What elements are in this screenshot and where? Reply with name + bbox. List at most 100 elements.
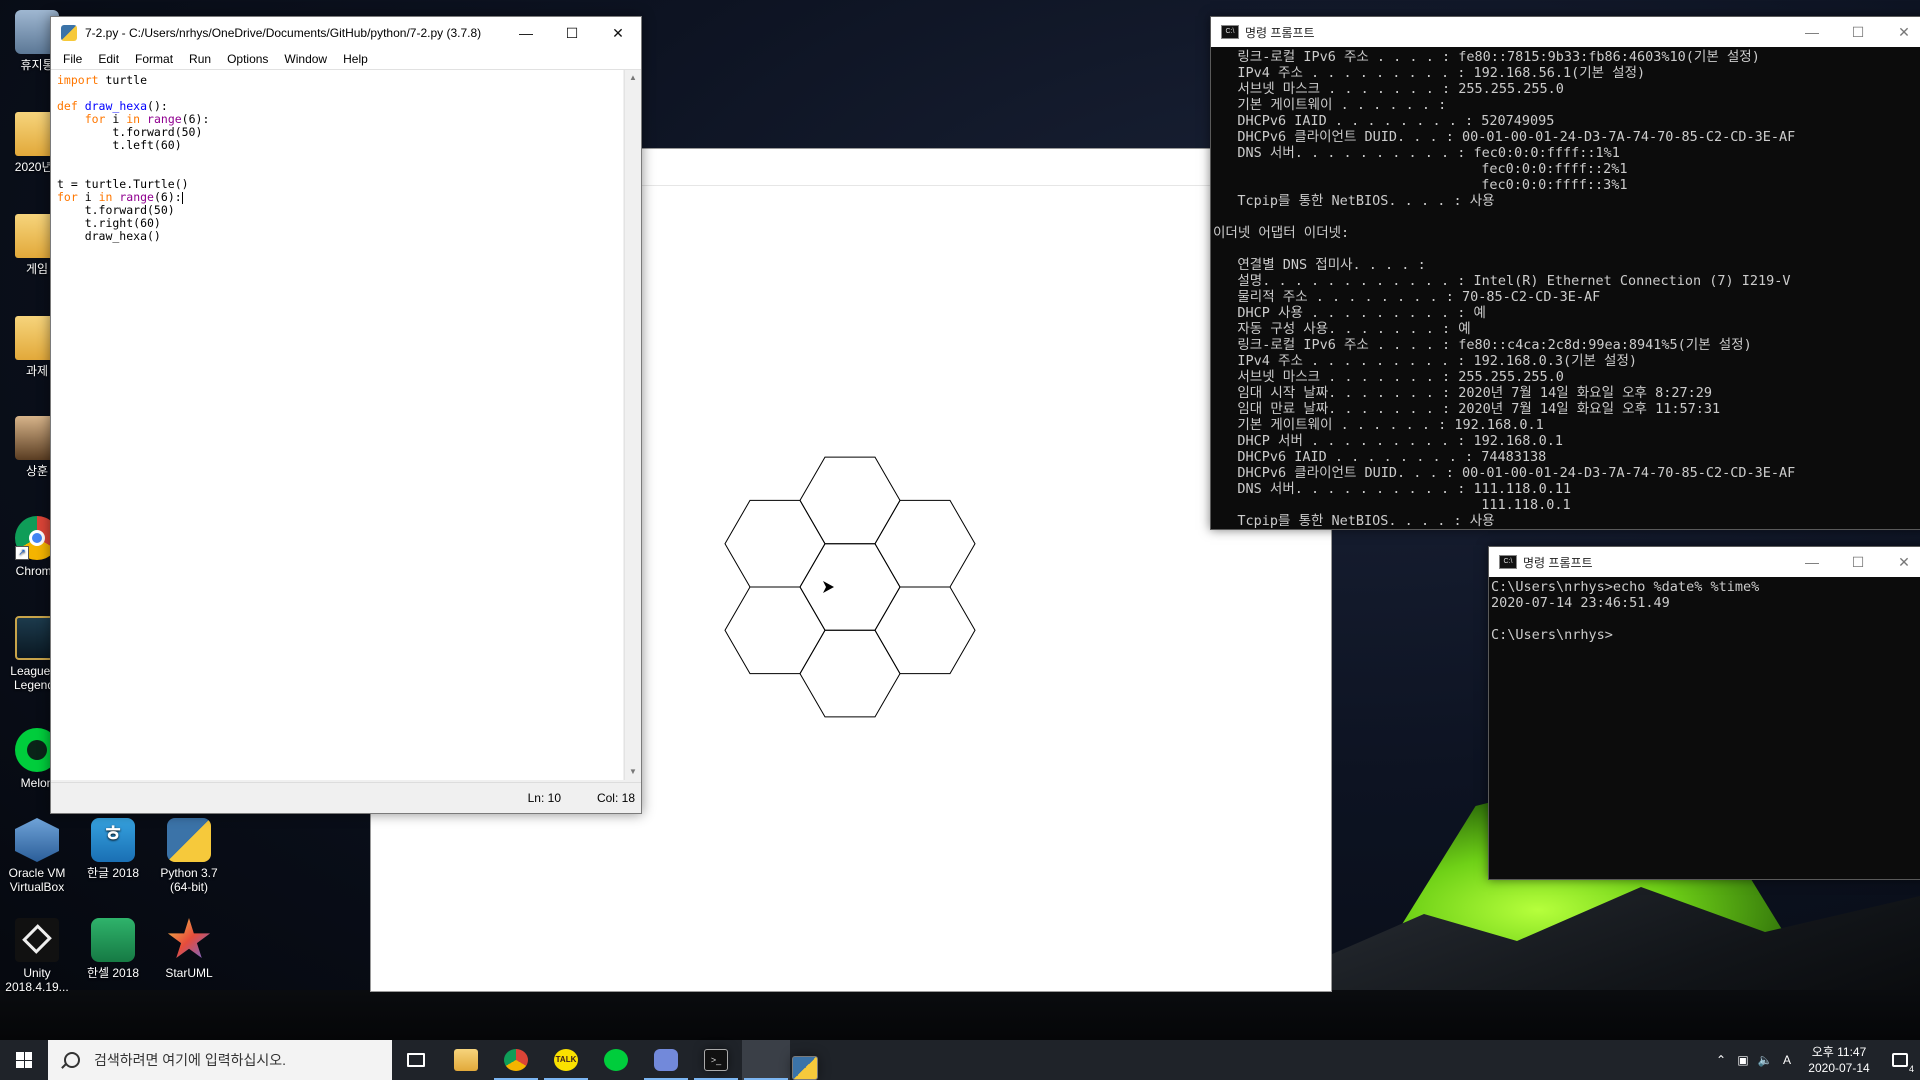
turtle-arrow-icon <box>823 581 834 593</box>
menu-format[interactable]: Format <box>127 52 181 66</box>
cmd-window-title: 명령 프롬프트 <box>1523 555 1593 570</box>
desktop-icon-hangul[interactable]: 한글 2018 <box>76 818 150 880</box>
search-placeholder: 검색하려면 여기에 입력하십시오. <box>94 1052 286 1068</box>
tray-overflow-chevron-icon[interactable]: ⌃ <box>1710 1053 1732 1067</box>
python-icon <box>167 818 211 862</box>
console-line: 링크-로컬 IPv6 주소 . . . . : fe80::c4ca:2c8d:… <box>1213 337 1752 353</box>
desktop-icon-python[interactable]: Python 3.7 (64-bit) <box>152 818 226 894</box>
idle-titlebar[interactable]: 7-2.py - C:/Users/nrhys/OneDrive/Documen… <box>51 17 641 49</box>
maximize-button[interactable]: ☐ <box>549 17 595 49</box>
desktop-icon-staruml[interactable]: StarUML <box>152 918 226 980</box>
desktop-icon-label: 한글 2018 <box>86 866 140 880</box>
console-line: 설명. . . . . . . . . . . . : Intel(R) Eth… <box>1213 273 1791 289</box>
taskbar-discord[interactable] <box>642 1040 690 1080</box>
melon-icon <box>604 1049 628 1071</box>
console-line: fec0:0:0:ffff::2%1 <box>1213 161 1628 177</box>
menu-edit[interactable]: Edit <box>90 52 127 66</box>
console-line: DHCPv6 IAID . . . . . . . . : 520749095 <box>1213 113 1555 129</box>
menu-help[interactable]: Help <box>335 52 376 66</box>
action-center-button[interactable]: 4 <box>1880 1040 1920 1080</box>
cmd-window-title: 명령 프롬프트 <box>1245 25 1315 40</box>
close-button[interactable]: ✕ <box>1881 547 1920 577</box>
discord-icon <box>654 1049 678 1071</box>
cmd-titlebar[interactable]: C:\ 명령 프롬프트 — ☐ ✕ <box>1489 547 1920 577</box>
cmd-app-icon: C:\ <box>1221 25 1239 39</box>
scroll-up-icon[interactable]: ▲ <box>625 70 641 86</box>
network-icon[interactable]: ▣ <box>1732 1053 1754 1067</box>
console-line: C:\Users\nrhys>echo %date% %time% <box>1491 579 1760 595</box>
console-line: IPv4 주소 . . . . . . . . . : 192.168.56.1… <box>1213 65 1646 81</box>
search-icon <box>64 1052 80 1068</box>
status-line-number: Ln: 10 <box>527 791 561 805</box>
ime-indicator[interactable]: A <box>1776 1053 1798 1067</box>
menu-options[interactable]: Options <box>219 52 276 66</box>
desktop-icon-label: Unity 2018.4.19... <box>5 966 69 994</box>
console-line: DHCPv6 클라이언트 DUID. . . : 00-01-00-01-24-… <box>1213 129 1796 145</box>
maximize-button[interactable]: ☐ <box>1835 17 1881 47</box>
hexagon-1 <box>799 456 901 545</box>
console-line: DHCP 서버 . . . . . . . . . : 192.168.0.1 <box>1213 433 1563 449</box>
code-line: ​ <box>57 152 623 165</box>
menu-window[interactable]: Window <box>276 52 335 66</box>
cmd-window-echo[interactable]: C:\ 명령 프롬프트 — ☐ ✕ C:\Users\nrhys>echo %d… <box>1488 546 1920 880</box>
console-line: ​ <box>1213 209 1920 225</box>
notification-icon <box>1892 1053 1908 1067</box>
taskbar-kakaotalk[interactable]: TALK <box>542 1040 590 1080</box>
editor-vertical-scrollbar[interactable]: ▲ ▼ <box>624 70 641 780</box>
console-line: 링크-로컬 IPv6 주소 . . . . : fe80::7815:9b33:… <box>1213 49 1760 65</box>
taskbar-command-prompt[interactable]: >_ <box>692 1040 740 1080</box>
desktop-icon-hancell[interactable]: 한셀 2018 <box>76 918 150 980</box>
taskbar-melon[interactable] <box>592 1040 640 1080</box>
cmd-output[interactable]: C:\Users\nrhys>echo %date% %time% 2020-07… <box>1489 577 1920 879</box>
cmd-output[interactable]: 링크-로컬 IPv6 주소 . . . . : fe80::7815:9b33:… <box>1211 47 1920 529</box>
console-line: 2020-07-14 23:46:51.49 <box>1491 595 1670 611</box>
taskbar-task-view[interactable] <box>392 1040 440 1080</box>
cmd-app-icon: C:\ <box>1499 555 1517 569</box>
taskbar-chrome[interactable] <box>492 1040 540 1080</box>
console-line: 기본 게이트웨이 . . . . . . : <box>1213 97 1447 113</box>
scroll-down-icon[interactable]: ▼ <box>625 764 641 780</box>
virtualbox-icon <box>15 818 59 862</box>
task-view-icon <box>407 1053 425 1067</box>
console-line: IPv4 주소 . . . . . . . . . : 192.168.0.3(… <box>1213 353 1638 369</box>
unity-icon <box>15 918 59 962</box>
file-explorer-icon <box>454 1049 478 1071</box>
console-line: DNS 서버. . . . . . . . . . : fec0:0:0:fff… <box>1213 145 1620 161</box>
kakaotalk-icon: TALK <box>554 1049 578 1071</box>
wallpaper-ground <box>0 990 1920 1040</box>
system-tray: ⌃ ▣ 🔈 A 오후 11:47 2020-07-14 4 <box>1710 1040 1920 1080</box>
hexagon-5 <box>724 586 826 675</box>
minimize-button[interactable]: — <box>503 17 549 49</box>
taskbar-python-idle[interactable] <box>742 1040 818 1080</box>
cmd-titlebar[interactable]: C:\ 명령 프롬프트 — ☐ ✕ <box>1211 17 1920 47</box>
clock-time: 오후 11:47 <box>1811 1045 1867 1059</box>
menu-file[interactable]: File <box>55 52 90 66</box>
code-editor[interactable]: import turtle​def draw_hexa(): for i in … <box>51 70 623 780</box>
desktop-icon-label: Oracle VM VirtualBox <box>8 866 66 894</box>
console-line: 서브넷 마스크 . . . . . . . : 255.255.255.0 <box>1213 81 1564 97</box>
minimize-button[interactable]: — <box>1789 17 1835 47</box>
start-button[interactable] <box>0 1040 48 1080</box>
hexagon-6 <box>724 499 826 588</box>
console-line: ​ <box>1491 611 1920 627</box>
desktop-icon-virtualbox[interactable]: Oracle VM VirtualBox <box>0 818 74 894</box>
volume-icon[interactable]: 🔈 <box>1754 1053 1776 1067</box>
taskbar: 검색하려면 여기에 입력하십시오. TALK >_ ⌃ ▣ 🔈 A 오후 11:… <box>0 1040 1920 1080</box>
hexagon-4 <box>799 629 901 718</box>
idle-window-title: 7-2.py - C:/Users/nrhys/OneDrive/Documen… <box>85 26 482 40</box>
maximize-button[interactable]: ☐ <box>1835 547 1881 577</box>
cmd-window-ipconfig[interactable]: C:\ 명령 프롬프트 — ☐ ✕ 링크-로컬 IPv6 주소 . . . . … <box>1210 16 1920 530</box>
close-button[interactable]: ✕ <box>1881 17 1920 47</box>
close-button[interactable]: ✕ <box>595 17 641 49</box>
console-line: 기본 게이트웨이 . . . . . . : 192.168.0.1 <box>1213 417 1544 433</box>
desktop-icon-label: Python 3.7 (64-bit) <box>160 866 218 894</box>
desktop-icon-unity[interactable]: Unity 2018.4.19... <box>0 918 74 994</box>
idle-editor-window[interactable]: 7-2.py - C:/Users/nrhys/OneDrive/Documen… <box>50 16 642 814</box>
minimize-button[interactable]: — <box>1789 547 1835 577</box>
menu-run[interactable]: Run <box>181 52 219 66</box>
console-line: 연결별 DNS 접미사. . . . : <box>1213 257 1426 273</box>
taskbar-clock[interactable]: 오후 11:47 2020-07-14 <box>1798 1044 1880 1076</box>
taskbar-file-explorer[interactable] <box>442 1040 490 1080</box>
taskbar-search-box[interactable]: 검색하려면 여기에 입력하십시오. <box>48 1040 392 1080</box>
status-column-number: Col: 18 <box>596 791 635 805</box>
